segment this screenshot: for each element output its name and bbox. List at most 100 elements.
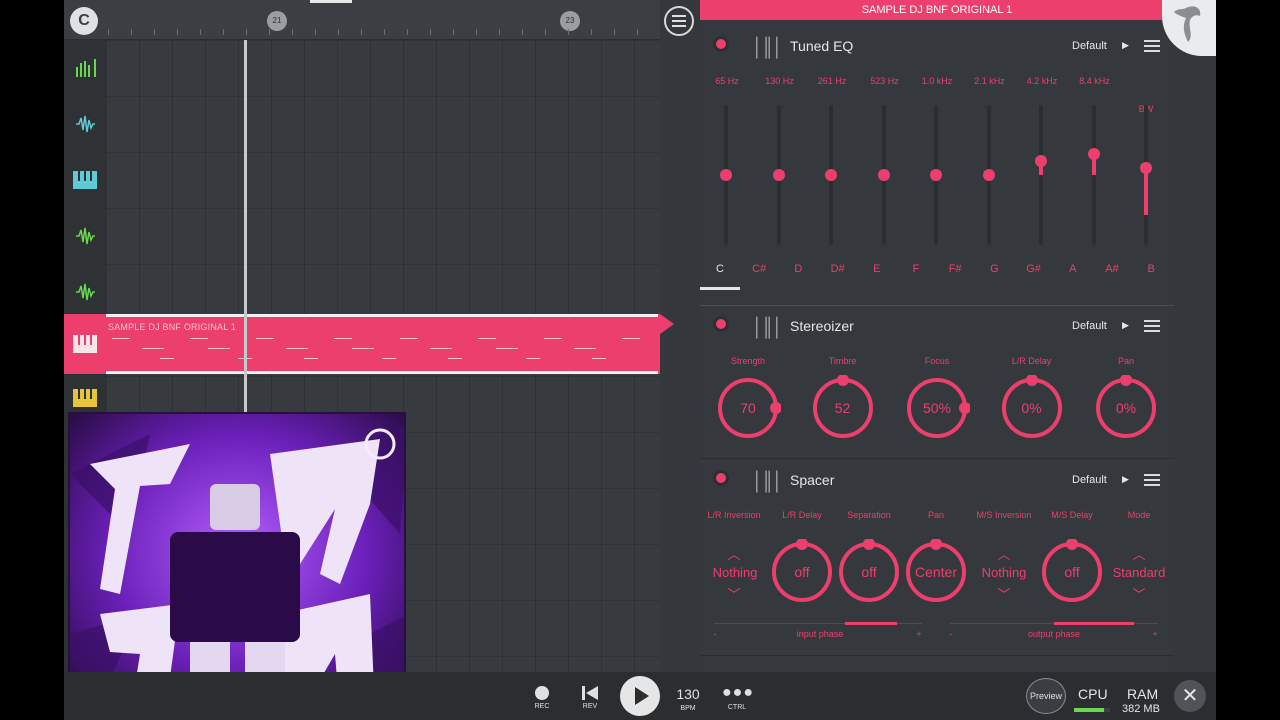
close-icon[interactable]: ✕ [1174, 680, 1206, 712]
ruler-tick [476, 29, 477, 35]
lr-inversion-down[interactable]: ﹀ [704, 584, 764, 603]
spacer-preset[interactable]: Default [1072, 474, 1107, 486]
clip-note [544, 338, 562, 339]
eq-frequency-label: 261 Hz [817, 76, 847, 86]
stereoizer-enable-led[interactable] [716, 319, 726, 329]
main-menu-button[interactable] [664, 6, 694, 36]
preset-next-icon[interactable]: ▶ [1122, 320, 1129, 331]
lr-inversion-value[interactable]: Nothing [700, 565, 770, 580]
clip-note [142, 348, 164, 349]
eq-band-handle[interactable] [1035, 155, 1047, 167]
eq-band-handle[interactable] [1140, 162, 1152, 174]
clip-note [208, 348, 230, 349]
ms-delay-knob[interactable]: off [1039, 538, 1105, 605]
record-button[interactable]: REC [530, 686, 554, 710]
stereoizer-menu-icon[interactable] [1144, 320, 1160, 332]
bpm-control[interactable]: 130 BPM [670, 686, 706, 712]
spacer-enable-led[interactable] [716, 473, 726, 483]
output-phase-fill [1054, 622, 1134, 625]
eq-band-handle[interactable] [772, 169, 785, 181]
bar-marker[interactable]: 21 [267, 11, 287, 31]
playlist-area: C 21 23 SAMPLE DJ BNF ORIGINAL 1 [64, 0, 660, 720]
separation-knob[interactable]: off [836, 538, 902, 605]
eq-frequency-label: 4.2 kHz [1026, 76, 1058, 86]
ruler-tick [591, 29, 592, 35]
note-selector[interactable]: A [1058, 263, 1088, 275]
play-button[interactable] [620, 676, 660, 716]
clip-note [592, 358, 606, 359]
ms-inversion-up[interactable]: ︿ [974, 544, 1034, 563]
spacer-lr-delay-knob[interactable]: off [769, 538, 835, 605]
focus-knob[interactable]: 50% [904, 375, 971, 441]
tuned-eq-enable-led[interactable] [716, 39, 726, 49]
input-phase-fill [845, 622, 897, 625]
spacer-menu-icon[interactable] [1144, 474, 1160, 486]
eq-band-handle[interactable] [930, 169, 942, 181]
note-selector[interactable]: D [783, 263, 813, 275]
ms-inversion-down[interactable]: ﹀ [974, 584, 1034, 603]
note-selector[interactable]: D# [823, 263, 853, 275]
eq-band-handle[interactable] [982, 169, 995, 181]
preview-button[interactable]: Preview [1026, 678, 1066, 714]
note-selector[interactable]: E [862, 263, 892, 275]
eq-band-slider[interactable] [1039, 105, 1043, 245]
cpu-meter [1074, 708, 1110, 712]
note-selector[interactable]: B [1136, 263, 1166, 275]
preset-next-icon[interactable]: ▶ [1122, 40, 1129, 51]
mode-up[interactable]: ︿ [1109, 544, 1169, 563]
clip-note [304, 358, 318, 359]
playhead-line[interactable] [244, 40, 247, 412]
note-selector[interactable]: F [901, 263, 931, 275]
track-mixer-bars-icon[interactable] [64, 40, 106, 96]
timbre-knob[interactable]: 52 [810, 374, 876, 441]
clip-note [478, 338, 496, 339]
ctrl-button[interactable]: ●●● CTRL [722, 684, 753, 711]
bar-marker[interactable]: 23 [560, 11, 580, 31]
stereoizer-preset[interactable]: Default [1072, 320, 1107, 332]
lr-inversion-up[interactable]: ︿ [704, 544, 764, 563]
tuned-eq-preset[interactable]: Default [1072, 40, 1107, 52]
selected-track-row[interactable]: SAMPLE DJ BNF ORIGINAL 1 [64, 314, 660, 374]
strength-knob[interactable]: 70 [715, 375, 782, 441]
note-selector[interactable]: A# [1097, 263, 1127, 275]
note-selector[interactable]: F# [940, 263, 970, 275]
tuned-eq-menu-icon[interactable] [1144, 40, 1160, 52]
eq-band-handle[interactable] [825, 169, 837, 181]
ruler-tick [545, 29, 546, 35]
track-audio-wave-icon[interactable] [64, 208, 106, 264]
pan-knob[interactable]: 0% [1093, 374, 1159, 441]
eq-band-handle[interactable] [877, 169, 890, 181]
lr-delay-knob[interactable]: 0% [999, 374, 1065, 441]
mode-value[interactable]: Standard [1104, 565, 1174, 580]
tuned-eq-header: │║│ Tuned EQ Default ▶ [700, 29, 1174, 65]
fl-fruit-logo-icon[interactable] [1162, 0, 1216, 56]
timeline-ruler[interactable]: C 21 23 [64, 0, 660, 40]
rewind-button[interactable]: REV [578, 686, 602, 710]
eq-band-handle[interactable] [1087, 148, 1100, 160]
mode-down[interactable]: ﹀ [1109, 584, 1169, 603]
eq-band-handle[interactable] [720, 169, 732, 181]
note-selector[interactable]: G# [1019, 263, 1049, 275]
note-selector[interactable]: G [979, 263, 1009, 275]
track-audio-wave-icon[interactable] [64, 264, 106, 320]
track-piano-icon[interactable] [64, 316, 106, 372]
note-selector[interactable]: C# [744, 263, 774, 275]
track-piano-icon[interactable] [64, 152, 106, 208]
cpu-label: CPU [1078, 686, 1108, 702]
note-selector[interactable]: C [705, 263, 735, 275]
preset-next-icon[interactable]: ▶ [1122, 474, 1129, 485]
ms-inversion-value[interactable]: Nothing [969, 565, 1039, 580]
timbre-value: 52 [834, 400, 851, 416]
app-logo-icon[interactable]: C [70, 7, 98, 35]
ruler-tick [637, 29, 638, 35]
mixer-channel-title[interactable]: SAMPLE DJ BNF ORIGINAL 1 [700, 0, 1174, 20]
lr-delay-label: L/R Delay [1011, 356, 1052, 366]
bpm-value: 130 [676, 686, 700, 702]
track-audio-wave-icon[interactable] [64, 96, 106, 152]
spacer-pan-knob[interactable]: Center [903, 538, 969, 605]
selected-track-arrow [660, 314, 674, 334]
ruler-tick [269, 29, 270, 35]
song-position-indicator [310, 0, 352, 3]
eq-band-slider[interactable] [1091, 105, 1096, 245]
ruler-tick [522, 29, 523, 35]
